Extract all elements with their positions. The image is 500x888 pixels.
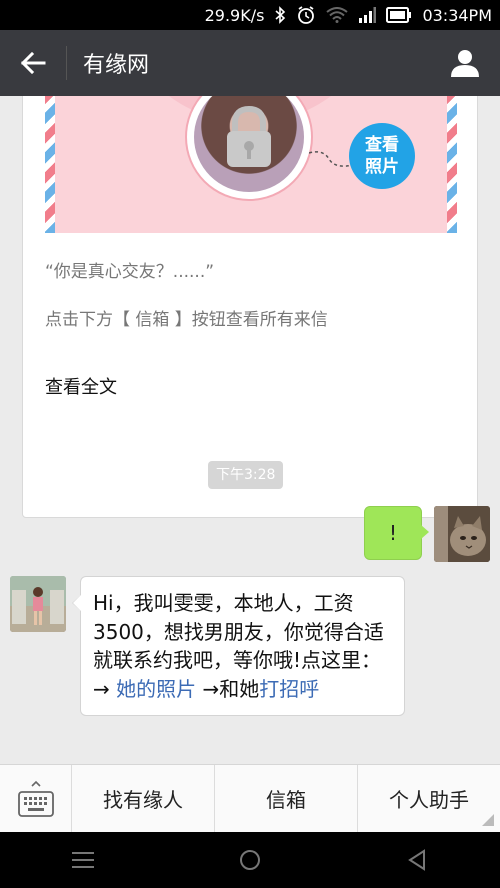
- menu-mailbox[interactable]: 信箱: [215, 765, 358, 832]
- card-quote: “你是真心交友？......”: [45, 262, 215, 282]
- card-cover-image: 查看 照片: [45, 96, 457, 233]
- system-nav-bar: [0, 832, 500, 888]
- menu-nav-button[interactable]: [53, 832, 113, 888]
- submenu-indicator-icon: [482, 814, 494, 826]
- airmail-border-right: [447, 96, 457, 233]
- person-icon: [451, 50, 479, 77]
- incoming-bubble[interactable]: Hi，我叫雯雯，本地人，工资3500，想找男朋友，你觉得合适就联系约我吧，等你哦…: [72, 576, 405, 716]
- message-text-middle: →和她: [196, 676, 260, 701]
- cat-photo-icon: [434, 506, 490, 562]
- view-photo-line1: 查看: [365, 135, 399, 155]
- status-bar: 29.9K/s 03:34PM: [0, 0, 500, 30]
- chat-area[interactable]: 查看 照片 “你是真心交友？......” 点击下方【 信箱 】按钮查看所有来信…: [0, 96, 500, 764]
- bottom-menu: 找有缘人 信箱 个人助手: [0, 764, 500, 833]
- incoming-message: Hi，我叫雯雯，本地人，工资3500，想找男朋友，你觉得合适就联系约我吧，等你哦…: [10, 576, 405, 716]
- my-avatar[interactable]: [434, 506, 490, 562]
- home-nav-button[interactable]: [220, 832, 280, 888]
- signal-icon: [358, 7, 377, 23]
- menu-personal-assistant-label: 个人助手: [389, 788, 469, 812]
- lock-icon: [227, 105, 271, 167]
- back-arrow-icon: [20, 52, 46, 74]
- view-photo-badge: 查看 照片: [349, 123, 415, 189]
- article-card[interactable]: 查看 照片 “你是真心交友？......” 点击下方【 信箱 】按钮查看所有来信…: [22, 96, 478, 518]
- read-all-link[interactable]: 查看全文: [45, 373, 117, 399]
- hamburger-icon: [72, 852, 95, 868]
- airmail-border-left: [45, 96, 55, 233]
- profile-button[interactable]: [430, 30, 500, 96]
- back-triangle-icon: [407, 849, 425, 871]
- dashed-connector: [309, 151, 353, 167]
- sender-avatar[interactable]: [10, 576, 66, 632]
- card-description: 点击下方【 信箱 】按钮查看所有来信: [45, 310, 328, 330]
- clock: 03:34PM: [422, 5, 492, 25]
- her-photos-link[interactable]: 她的照片: [116, 677, 196, 701]
- menu-find-match[interactable]: 找有缘人: [72, 765, 215, 832]
- view-photo-line2: 照片: [365, 157, 399, 177]
- outgoing-message: !: [364, 506, 490, 562]
- alarm-icon: [296, 5, 316, 25]
- title-bar: 有缘网: [0, 30, 500, 96]
- back-button[interactable]: [0, 30, 66, 96]
- home-circle-icon: [239, 850, 260, 870]
- title-divider: [66, 46, 67, 80]
- menu-personal-assistant[interactable]: 个人助手: [358, 765, 500, 832]
- say-hello-link[interactable]: 打招呼: [259, 677, 319, 701]
- back-nav-button[interactable]: [387, 832, 447, 888]
- battery-icon: [386, 7, 412, 23]
- message-timestamp: 下午3:28: [208, 461, 284, 489]
- keyboard-toggle-button[interactable]: [0, 765, 72, 833]
- bluetooth-icon: [274, 6, 286, 24]
- page-title: 有缘网: [83, 53, 150, 78]
- outgoing-bubble[interactable]: !: [364, 506, 429, 560]
- network-speed: 29.9K/s: [204, 5, 265, 25]
- girl-photo-icon: [10, 576, 66, 632]
- wifi-icon: [326, 7, 349, 23]
- locked-avatar: [187, 96, 311, 199]
- keyboard-icon: [17, 780, 54, 817]
